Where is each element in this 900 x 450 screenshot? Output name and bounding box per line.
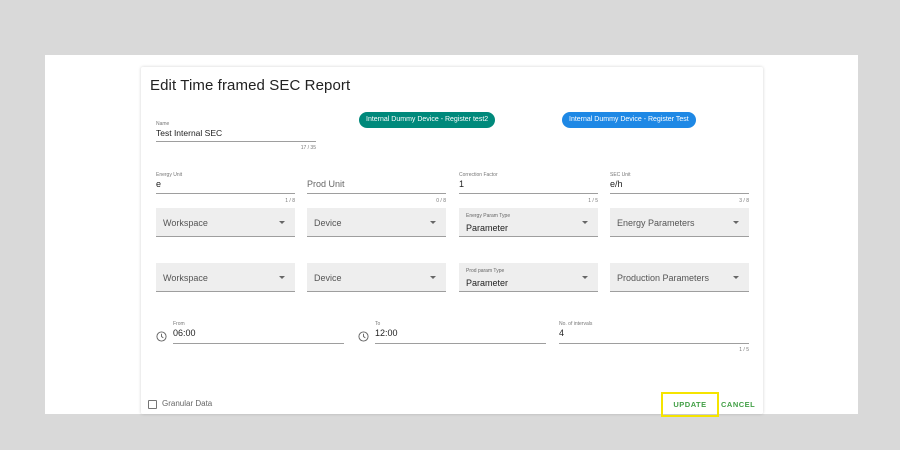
intervals-field[interactable]: No. of intervals 4 1 / 5 (559, 321, 749, 353)
name-field[interactable]: Name Test Internal SEC 17 / 35 (156, 121, 316, 159)
chevron-down-icon (430, 221, 436, 224)
from-time-value[interactable]: 06:00 (173, 328, 196, 338)
name-field-underline (156, 141, 316, 142)
energy-workspace-select[interactable]: Workspace (156, 208, 295, 237)
from-time-label: From (173, 321, 185, 327)
energy-unit-label: Energy Unit (156, 172, 183, 178)
name-field-label: Name (156, 121, 170, 127)
prod-workspace-select[interactable]: Workspace (156, 263, 295, 292)
intervals-label: No. of intervals (559, 321, 593, 327)
sec-unit-label: SEC Unit (610, 172, 631, 178)
chip-energy-register[interactable]: Internal Dummy Device - Register test2 (359, 112, 496, 128)
modal-backdrop-panel: Edit Time framed SEC Report Name Test In… (45, 55, 858, 417)
prod-unit-placeholder[interactable]: Prod Unit (307, 179, 345, 189)
prod-param-type-select[interactable]: Prod param Type Parameter (459, 263, 598, 292)
production-parameters-select[interactable]: Production Parameters (610, 263, 749, 292)
intervals-underline (559, 343, 749, 344)
clock-icon[interactable] (156, 331, 167, 342)
prod-param-type-value: Parameter (466, 278, 509, 288)
energy-param-type-select[interactable]: Energy Param Type Parameter (459, 208, 598, 237)
sec-unit-value[interactable]: e/h (610, 179, 623, 189)
chevron-down-icon (582, 276, 588, 279)
chevron-down-icon (733, 221, 739, 224)
energy-unit-counter: 1 / 8 (285, 198, 295, 204)
from-time-field[interactable]: From 06:00 (173, 321, 344, 345)
energy-param-type-value: Parameter (466, 223, 509, 233)
energy-workspace-value: Workspace (163, 218, 208, 228)
intervals-counter: 1 / 5 (739, 347, 749, 353)
energy-unit-field[interactable]: Energy Unit e 1 / 8 (156, 172, 295, 204)
chevron-down-icon (733, 276, 739, 279)
chevron-down-icon (582, 221, 588, 224)
edit-report-dialog: Edit Time framed SEC Report Name Test In… (141, 67, 763, 417)
energy-device-select[interactable]: Device (307, 208, 446, 237)
chevron-down-icon (430, 276, 436, 279)
production-parameters-value: Production Parameters (617, 273, 710, 283)
to-time-label: To (375, 321, 381, 327)
prod-unit-field[interactable]: Prod Unit 0 / 8 (307, 172, 446, 204)
chevron-down-icon (279, 276, 285, 279)
prod-param-type-label: Prod param Type (466, 268, 505, 274)
chip-production-register[interactable]: Internal Dummy Device - Register Test (562, 112, 696, 128)
energy-parameters-value: Energy Parameters (617, 218, 695, 228)
energy-device-value: Device (314, 218, 342, 228)
correction-factor-underline (459, 193, 598, 194)
dialog-title: Edit Time framed SEC Report (150, 77, 351, 94)
correction-factor-value[interactable]: 1 (459, 179, 464, 189)
energy-unit-underline (156, 193, 295, 194)
to-time-field[interactable]: To 12:00 (375, 321, 546, 345)
cancel-button[interactable]: CANCEL (721, 392, 755, 417)
correction-factor-counter: 1 / 5 (588, 198, 598, 204)
name-field-value[interactable]: Test Internal SEC (156, 128, 222, 138)
prod-device-value: Device (314, 273, 342, 283)
energy-unit-value[interactable]: e (156, 179, 161, 189)
granular-data-checkbox[interactable] (148, 400, 157, 409)
prod-device-select[interactable]: Device (307, 263, 446, 292)
sec-unit-field[interactable]: SEC Unit e/h 3 / 8 (610, 172, 749, 204)
clock-icon[interactable] (358, 331, 369, 342)
name-field-counter: 17 / 35 (300, 145, 316, 151)
from-time-underline (173, 343, 344, 344)
update-button[interactable]: UPDATE (661, 392, 719, 417)
prod-workspace-value: Workspace (163, 273, 208, 283)
energy-param-type-label: Energy Param Type (466, 213, 511, 219)
to-time-underline (375, 343, 546, 344)
to-time-value[interactable]: 12:00 (375, 328, 398, 338)
correction-factor-label: Correction Factor (459, 172, 498, 178)
sec-unit-underline (610, 193, 749, 194)
prod-unit-counter: 0 / 8 (436, 198, 446, 204)
intervals-value[interactable]: 4 (559, 328, 564, 338)
energy-parameters-select[interactable]: Energy Parameters (610, 208, 749, 237)
sec-unit-counter: 3 / 8 (739, 198, 749, 204)
correction-factor-field[interactable]: Correction Factor 1 1 / 5 (459, 172, 598, 204)
prod-unit-underline (307, 193, 446, 194)
chevron-down-icon (279, 221, 285, 224)
granular-data-label[interactable]: Granular Data (162, 399, 212, 408)
